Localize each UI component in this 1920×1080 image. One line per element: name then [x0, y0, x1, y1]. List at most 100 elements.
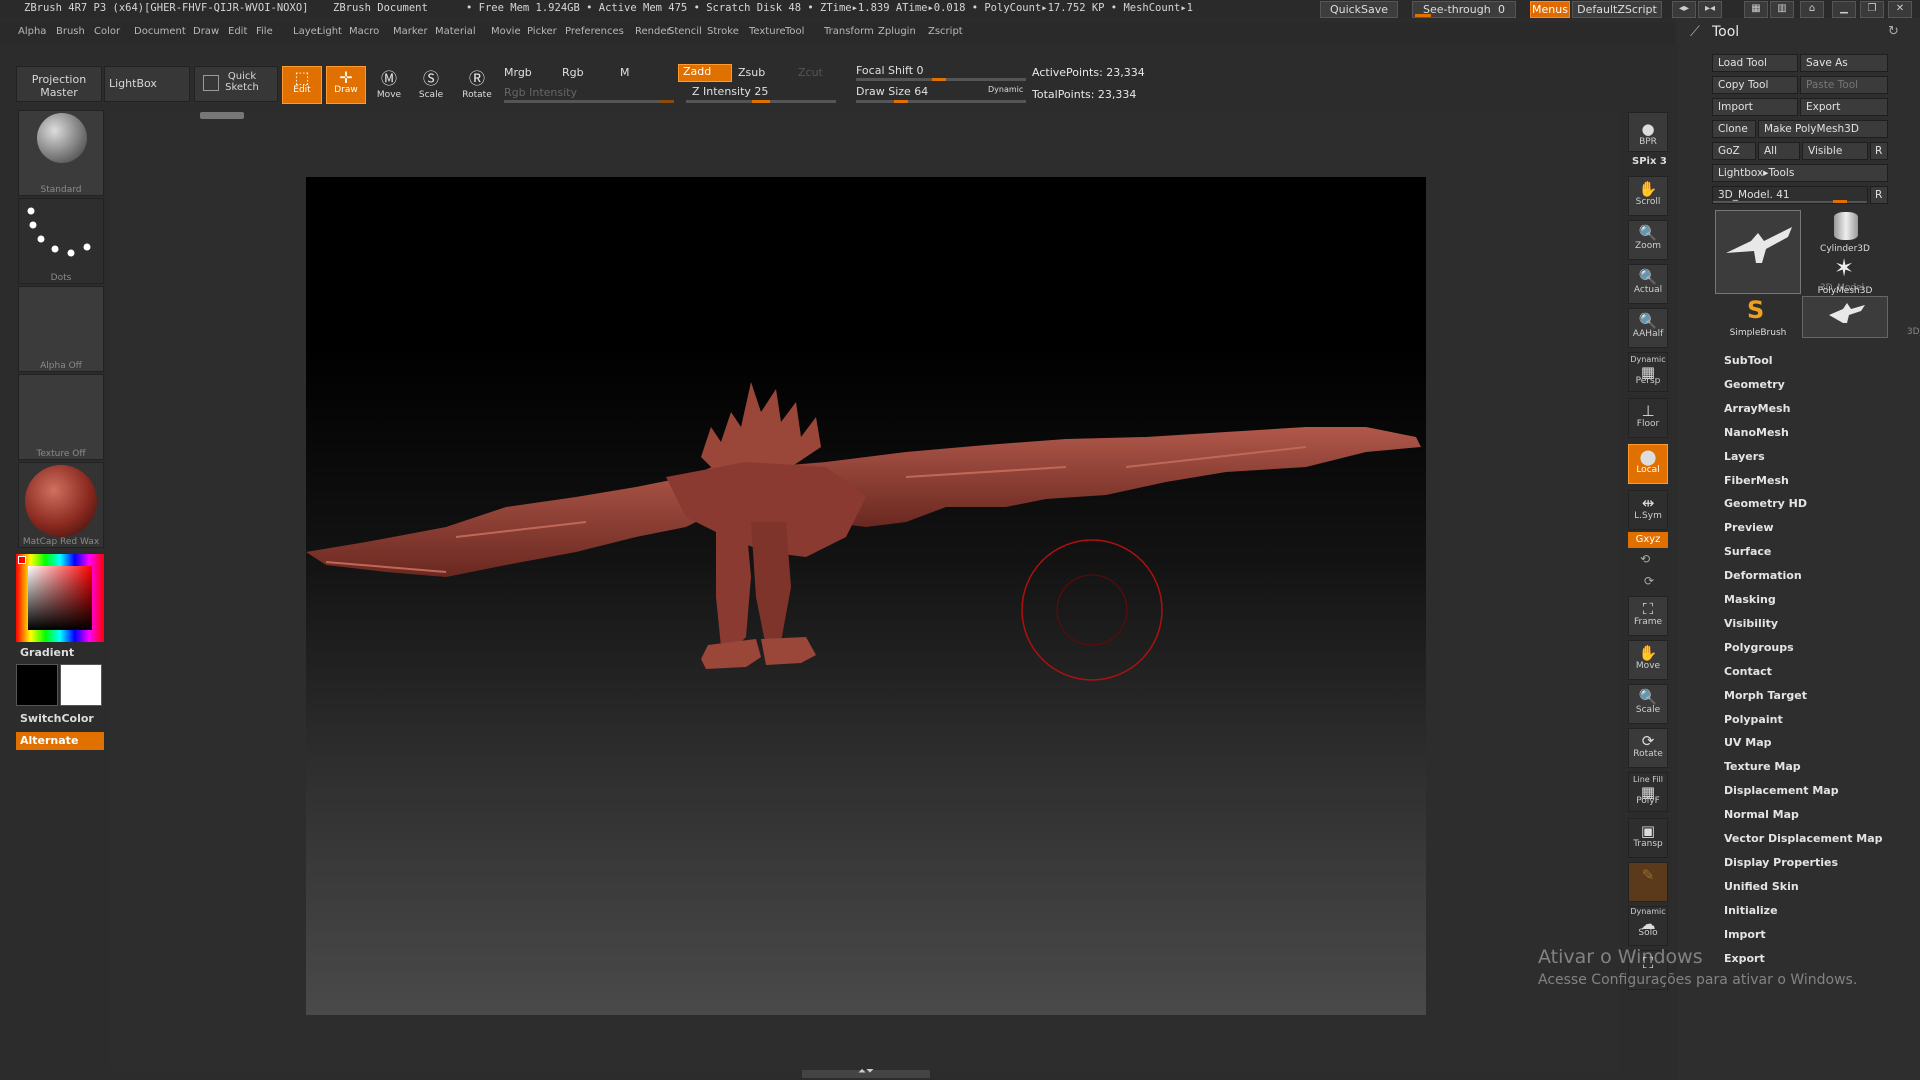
rgb-button[interactable]: Rgb [562, 66, 584, 79]
subpalette-nanomesh[interactable]: NanoMesh [1724, 426, 1789, 439]
menu-transform[interactable]: Transform [824, 26, 874, 37]
subpalette-uv-map[interactable]: UV Map [1724, 736, 1772, 749]
tool-thumb-3d-model[interactable]: 3D_Model [1715, 210, 1864, 294]
dragon-model[interactable] [306, 177, 1426, 1015]
menu-texture[interactable]: Texture [749, 26, 786, 37]
subpalette-geometry-hd[interactable]: Geometry HD [1724, 497, 1807, 510]
current-tool-r-button[interactable]: R [1870, 186, 1888, 204]
z-intensity-slider[interactable]: Z Intensity 25 [692, 85, 768, 98]
menu-picker[interactable]: Picker [527, 26, 557, 37]
minimize-icon[interactable]: ▁ [1832, 1, 1856, 18]
subpalette-geometry[interactable]: Geometry [1724, 378, 1785, 391]
edit-button[interactable]: ⬚ Edit [282, 66, 322, 104]
move-view-button[interactable]: ✋ Move [1628, 640, 1668, 680]
zadd-button[interactable]: Zadd [678, 64, 732, 82]
menu-color[interactable]: Color [94, 26, 120, 37]
persp-button[interactable]: Dynamic ▦ Persp [1628, 352, 1668, 392]
quicksave-button[interactable]: QuickSave [1320, 1, 1398, 18]
draw-size-slider[interactable]: Draw Size 64 [856, 85, 928, 98]
menus-button[interactable]: Menus [1530, 1, 1570, 18]
menu-alpha[interactable]: Alpha [18, 26, 46, 37]
subpalette-fibermesh[interactable]: FiberMesh [1724, 474, 1789, 487]
scale-button[interactable]: Ⓢ Scale [412, 66, 450, 104]
menu-material[interactable]: Material [435, 26, 476, 37]
load-tool-button[interactable]: Load Tool [1712, 54, 1798, 72]
menu-stencil[interactable]: Stencil [668, 26, 702, 37]
subpalette-displacement-map[interactable]: Displacement Map [1724, 784, 1839, 797]
subpalette-polypaint[interactable]: Polypaint [1724, 713, 1783, 726]
subpalette-morph-target[interactable]: Morph Target [1724, 689, 1807, 702]
lightbox-tools-button[interactable]: Lightbox▸Tools [1712, 164, 1888, 182]
subpalette-import[interactable]: Import [1724, 928, 1766, 941]
zcut-button[interactable]: Zcut [798, 66, 823, 79]
import-button[interactable]: Import [1712, 98, 1798, 116]
focal-shift-slider[interactable]: Focal Shift 0 [856, 64, 924, 77]
m-button[interactable]: M [620, 66, 630, 79]
polyf-button[interactable]: Line Fill ▦ PolyF [1628, 772, 1668, 812]
solo-button[interactable]: Dynamic ☁ Solo [1628, 906, 1668, 946]
stroke-selector[interactable]: Dots [18, 198, 104, 284]
brush-selector[interactable]: Standard [18, 110, 104, 196]
actual-button[interactable]: 🔍 Actual [1628, 264, 1668, 304]
main-color-swatch[interactable] [16, 664, 58, 706]
subpalette-texture-map[interactable]: Texture Map [1724, 760, 1801, 773]
subpalette-deformation[interactable]: Deformation [1724, 569, 1802, 582]
copy-tool-button[interactable]: Copy Tool [1712, 76, 1798, 94]
make-polymesh3d-button[interactable]: Make PolyMesh3D [1758, 120, 1888, 138]
color-picker[interactable] [16, 554, 104, 642]
zsub-button[interactable]: Zsub [738, 66, 765, 79]
see-through-slider[interactable]: See-through 0 [1412, 1, 1516, 18]
tool-thumb-polymesh3d[interactable]: ✶ PolyMesh3D [1802, 254, 1888, 296]
spix-slider[interactable]: SPix 3 [1632, 156, 1667, 167]
palette-right-icon[interactable]: ▸◂ [1698, 1, 1722, 18]
quick-sketch-button[interactable]: Quick Sketch [194, 66, 278, 102]
goz-button[interactable]: GoZ [1712, 142, 1756, 160]
subpalette-layers[interactable]: Layers [1724, 450, 1765, 463]
menu-macro[interactable]: Macro [349, 26, 379, 37]
alternate-button[interactable]: Alternate [16, 732, 104, 750]
subpalette-masking[interactable]: Masking [1724, 593, 1776, 606]
rotate-y-icon[interactable]: ⟲ [1640, 552, 1650, 566]
menu-tool[interactable]: Tool [785, 26, 804, 37]
move-button[interactable]: Ⓜ Move [370, 66, 408, 104]
subpalette-initialize[interactable]: Initialize [1724, 904, 1778, 917]
current-tool-slider[interactable]: 3D_Model. 41 [1712, 186, 1868, 204]
goz-visible-button[interactable]: Visible [1802, 142, 1868, 160]
subpalette-normal-map[interactable]: Normal Map [1724, 808, 1799, 821]
layout-icon[interactable]: ▦ [1744, 1, 1768, 18]
menu-stroke[interactable]: Stroke [707, 26, 739, 37]
subpalette-export[interactable]: Export [1724, 952, 1765, 965]
bottom-tray-toggle[interactable]: ⏶⏷ [802, 1066, 930, 1078]
layout2-icon[interactable]: ▥ [1770, 1, 1794, 18]
close-icon[interactable]: ✕ [1888, 1, 1912, 18]
lock-icon[interactable]: ⌂ [1800, 1, 1824, 18]
menu-document[interactable]: Document [134, 26, 186, 37]
subpalette-visibility[interactable]: Visibility [1724, 617, 1778, 630]
palette-reset-icon[interactable]: ↻ [1888, 24, 1899, 39]
menu-file[interactable]: File [256, 26, 273, 37]
subpalette-display-properties[interactable]: Display Properties [1724, 856, 1838, 869]
bpr-button[interactable]: ● BPR [1628, 112, 1668, 152]
mrgb-button[interactable]: Mrgb [504, 66, 532, 79]
texture-selector[interactable]: Texture Off [18, 374, 104, 460]
xyz-button[interactable]: Gxyz [1628, 532, 1668, 548]
draw-button[interactable]: ✛ Draw [326, 66, 366, 104]
local-button[interactable]: ⬤ Local [1628, 444, 1668, 484]
secondary-color-swatch[interactable] [60, 664, 102, 706]
subpalette-vector-displacement-map[interactable]: Vector Displacement Map [1724, 832, 1883, 845]
goz-all-button[interactable]: All [1758, 142, 1800, 160]
default-zscript-button[interactable]: DefaultZScript [1572, 1, 1662, 18]
aahalf-button[interactable]: 🔍 AAHalf [1628, 308, 1668, 348]
subpalette-unified-skin[interactable]: Unified Skin [1724, 880, 1799, 893]
palette-left-icon[interactable]: ◂▸ [1672, 1, 1696, 18]
switchcolor-button[interactable]: SwitchColor [20, 712, 94, 725]
scale-view-button[interactable]: 🔍 Scale [1628, 684, 1668, 724]
subpalette-arraymesh[interactable]: ArrayMesh [1724, 402, 1790, 415]
rotate-z-icon[interactable]: ⟳ [1644, 574, 1654, 588]
document-viewport[interactable] [306, 177, 1426, 1015]
menu-zscript[interactable]: Zscript [928, 26, 963, 37]
frame-button[interactable]: ⛶ Frame [1628, 596, 1668, 636]
menu-draw[interactable]: Draw [193, 26, 219, 37]
menu-movie[interactable]: Movie [491, 26, 521, 37]
alpha-selector[interactable]: Alpha Off [18, 286, 104, 372]
